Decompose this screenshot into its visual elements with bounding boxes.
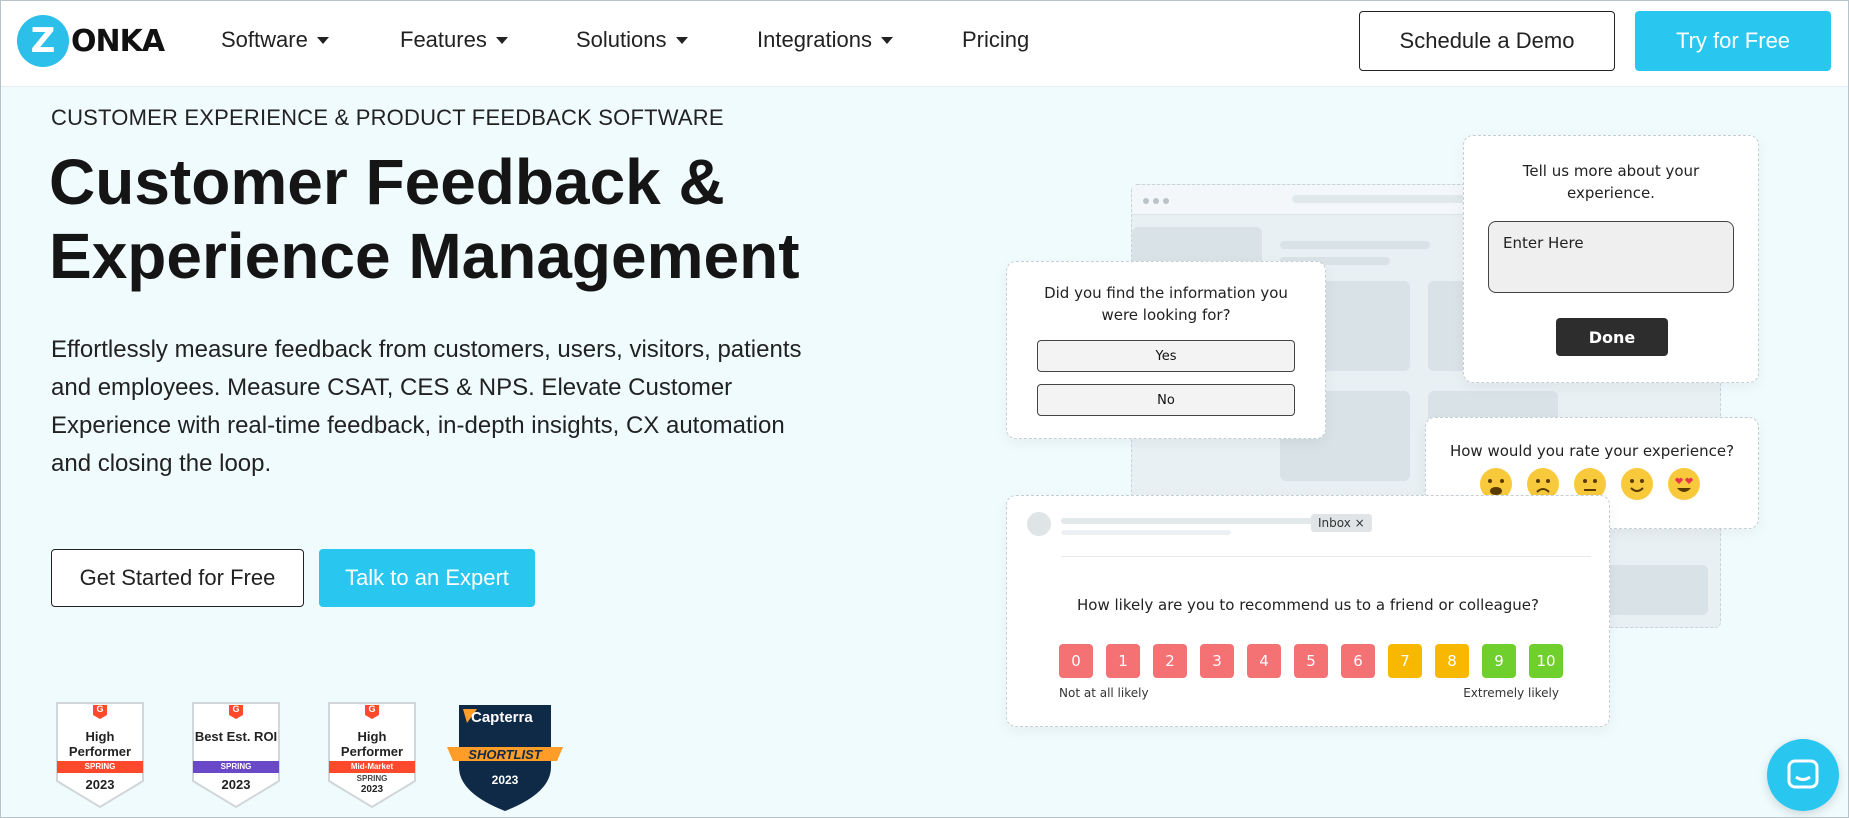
nav-features[interactable]: Features (400, 27, 508, 53)
nps-score-9[interactable]: 9 (1482, 644, 1516, 678)
nps-score-5[interactable]: 5 (1294, 644, 1328, 678)
window-dot-icon (1163, 198, 1169, 204)
caret-down-icon (316, 36, 329, 44)
email-nps-card: Inbox × How likely are you to recommend … (1006, 495, 1610, 727)
info-survey-card: Did you find the information you were lo… (1006, 261, 1326, 439)
nps-score-4[interactable]: 4 (1247, 644, 1281, 678)
capterra-ribbon: SHORTLIST (468, 747, 542, 762)
placeholder-line (1061, 518, 1331, 524)
window-dot-icon (1143, 198, 1149, 204)
nav-integrations[interactable]: Integrations (757, 27, 893, 53)
page-frame: Z ONKA Software Features Solutions Integ… (0, 0, 1849, 818)
g2-badge-high-performer: G High Performer SPRING 2023 (55, 701, 145, 809)
hero-title-line-1: Customer Feedback & (49, 146, 725, 218)
nav-pricing[interactable]: Pricing (962, 27, 1029, 53)
avatar (1027, 512, 1051, 536)
badge-year: 2023 (85, 777, 115, 792)
slightly-smiling-face-icon[interactable] (1621, 468, 1653, 500)
zonka-logo[interactable]: Z ONKA (17, 15, 165, 67)
badge-band: SPRING (193, 761, 279, 773)
nps-low-label: Not at all likely (1059, 686, 1149, 700)
logo-wordmark: ONKA (71, 23, 165, 59)
badge-band: SPRING (57, 761, 143, 773)
feedback-textarea[interactable]: Enter Here (1488, 221, 1734, 293)
site-header: Z ONKA Software Features Solutions Integ… (1, 1, 1848, 87)
talk-to-expert-button[interactable]: Talk to an Expert (319, 549, 535, 607)
nps-high-label: Extremely likely (1463, 686, 1559, 700)
window-dot-icon (1153, 198, 1159, 204)
caret-down-icon (495, 36, 508, 44)
badge-title: Best Est. ROI (194, 729, 278, 744)
nps-score-7[interactable]: 7 (1388, 644, 1422, 678)
nps-score-8[interactable]: 8 (1435, 644, 1469, 678)
nav-label: Software (221, 27, 308, 52)
capterra-year: 2023 (491, 773, 519, 787)
badge-year: 2023 (360, 784, 384, 795)
divider (1061, 556, 1591, 557)
badge-title: High Performer (340, 729, 404, 759)
g2-logo-icon: G (368, 704, 376, 714)
try-free-button[interactable]: Try for Free (1635, 11, 1831, 71)
get-started-button[interactable]: Get Started for Free (51, 549, 304, 607)
hero-title: Customer Feedback & Experience Managemen… (49, 145, 829, 293)
badge-band: Mid-Market (329, 761, 415, 773)
nav-label: Solutions (576, 27, 667, 52)
nav-label: Integrations (757, 27, 872, 52)
done-button[interactable]: Done (1556, 318, 1668, 356)
no-option-button[interactable]: No (1037, 384, 1295, 416)
nps-question: How likely are you to recommend us to a … (1077, 596, 1539, 614)
tell-us-more-card: Tell us more about your experience. Ente… (1463, 135, 1759, 383)
g2-logo-icon: G (96, 704, 104, 714)
schedule-demo-button[interactable]: Schedule a Demo (1359, 11, 1615, 71)
rate-question: How would you rate your experience? (1449, 442, 1735, 460)
yes-option-button[interactable]: Yes (1037, 340, 1295, 372)
badge-shield-icon (192, 702, 280, 809)
chat-launcher-button[interactable] (1767, 739, 1839, 811)
hero-title-line-2: Experience Management (49, 220, 800, 292)
nps-score-0[interactable]: 0 (1059, 644, 1093, 678)
nps-score-3[interactable]: 3 (1200, 644, 1234, 678)
capterra-shortlist-badge: Capterra SHORTLIST 2023 (447, 701, 563, 813)
placeholder-line (1280, 241, 1430, 249)
badge-season: SPRING (356, 774, 388, 783)
nav-label: Pricing (962, 27, 1030, 52)
logo-mark: Z (17, 15, 69, 67)
chat-bubble-icon (1787, 759, 1819, 789)
g2-logo-icon: G (232, 704, 240, 714)
nav-solutions[interactable]: Solutions (576, 27, 688, 53)
hero-description: Effortlessly measure feedback from custo… (51, 336, 802, 477)
placeholder-line (1061, 530, 1231, 535)
capterra-name: Capterra (471, 709, 533, 726)
hero-eyebrow: CUSTOMER EXPERIENCE & PRODUCT FEEDBACK S… (51, 105, 724, 130)
nav-software[interactable]: Software (221, 27, 329, 53)
nps-score-6[interactable]: 6 (1341, 644, 1375, 678)
badge-year: 2023 (221, 777, 251, 792)
caret-down-icon (675, 36, 688, 44)
nps-score-2[interactable]: 2 (1153, 644, 1187, 678)
nps-score-10[interactable]: 10 (1529, 644, 1563, 678)
more-question: Tell us more about your experience. (1522, 162, 1700, 202)
nps-score-1[interactable]: 1 (1106, 644, 1140, 678)
inbox-tag[interactable]: Inbox × (1311, 514, 1372, 532)
g2-badge-best-roi: G Best Est. ROI SPRING 2023 (191, 701, 281, 809)
g2-badge-high-performer-mid-market: G High Performer Mid-Market SPRING 2023 (327, 701, 417, 809)
badge-title: High Performer (68, 729, 132, 759)
nav-label: Features (400, 27, 487, 52)
address-bar (1292, 195, 1472, 203)
info-question: Did you find the information you were lo… (1044, 284, 1288, 324)
heart-eyes-face-icon[interactable] (1668, 468, 1700, 500)
caret-down-icon (880, 36, 893, 44)
